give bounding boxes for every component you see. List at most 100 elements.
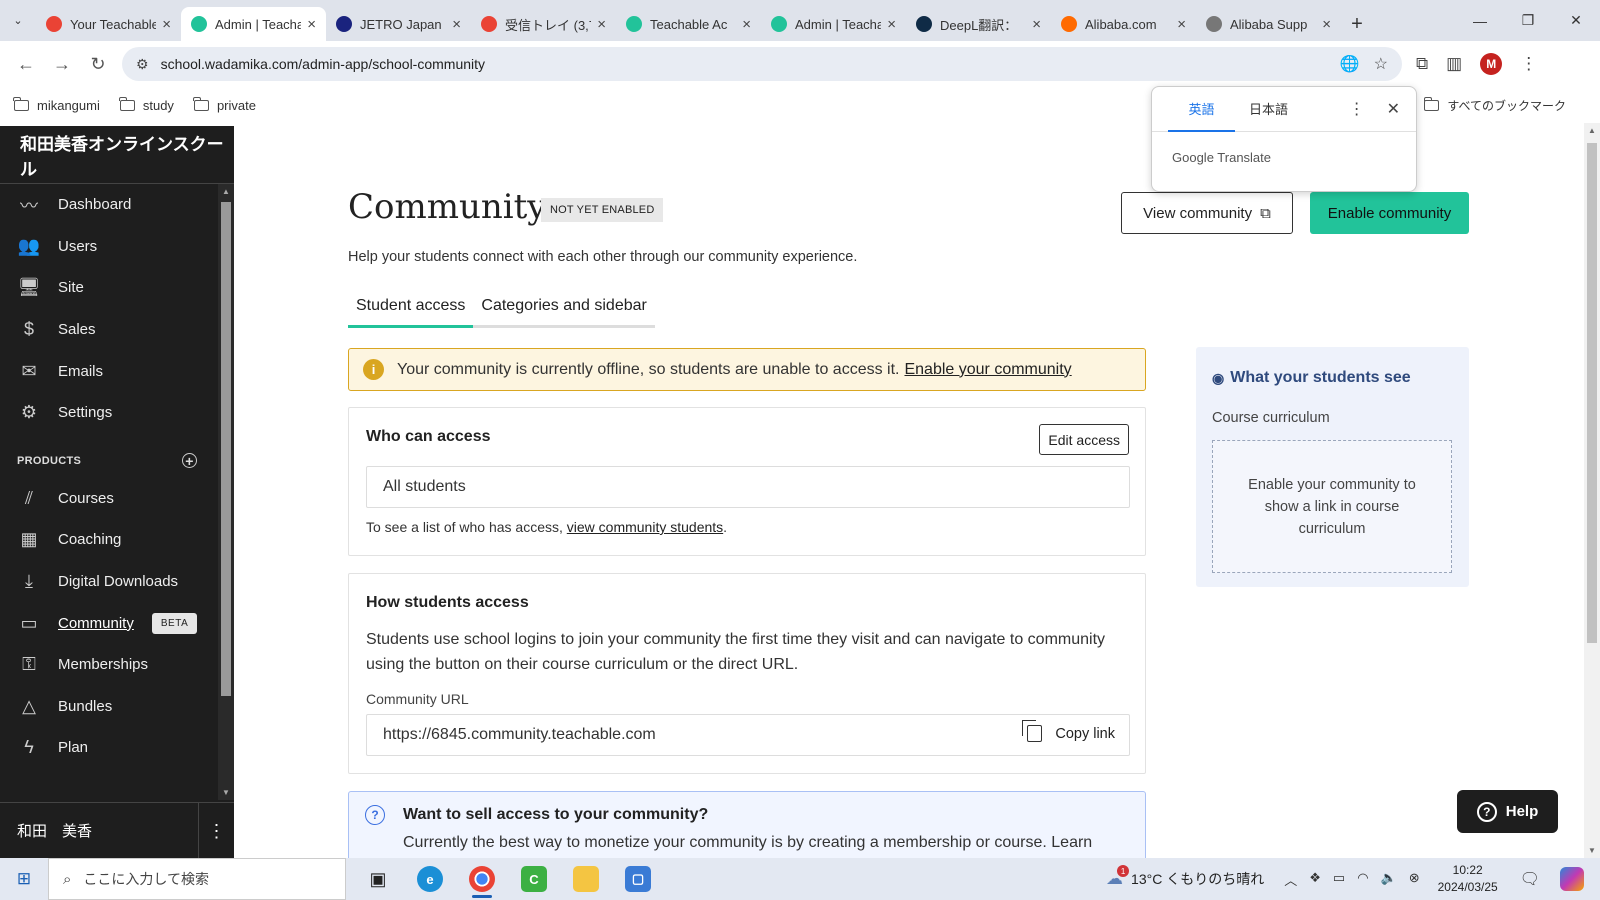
task-view-icon[interactable]: ▣ (352, 858, 404, 900)
restore-icon[interactable]: ❐ (1504, 0, 1552, 41)
all-bookmarks-folder[interactable]: すべてのブックマーク (1423, 96, 1566, 114)
tab-search-chevron-icon[interactable]: ⌄ (0, 0, 36, 41)
school-name[interactable]: 和田美香オンラインスクール (0, 126, 234, 184)
sidebar-item-site[interactable]: 🖥 Site (0, 267, 218, 309)
community-url-value[interactable]: https://6845.community.teachable.com (383, 726, 656, 744)
enable-community-link[interactable]: Enable your community (904, 361, 1071, 379)
close-window-icon[interactable]: ✕ (1552, 0, 1600, 41)
chrome-icon[interactable] (456, 858, 508, 900)
user-menu-icon[interactable]: ⋮ (198, 803, 234, 859)
browser-tab[interactable]: Admin | Teachable × (181, 7, 326, 41)
tab-close-icon[interactable]: × (1032, 16, 1041, 33)
bookmark-folder[interactable]: mikangumi (13, 96, 100, 113)
close-icon[interactable]: ✕ (1387, 99, 1400, 119)
tab-student-access[interactable]: Student access (348, 297, 474, 328)
minimize-icon[interactable]: — (1456, 0, 1504, 41)
dropbox-icon[interactable]: ❖ (1309, 870, 1321, 889)
browser-tab[interactable]: Admin | Teachable × (761, 7, 906, 41)
weather-widget[interactable]: ☁ 1 13°C くもりのち晴れ (1106, 865, 1264, 889)
devices-icon: 🖥 (17, 277, 41, 298)
sidebar-item-users[interactable]: 👥 Users (0, 226, 218, 268)
side-panel-icon[interactable]: ▥ (1446, 54, 1462, 74)
new-tab-button[interactable]: + (1341, 7, 1373, 41)
taskbar-search[interactable]: ⌕ ここに入力して検索 (48, 858, 346, 900)
windows-start-icon[interactable]: ⊞ (0, 858, 48, 900)
wifi-icon[interactable]: ◠ (1357, 870, 1368, 889)
view-community-button[interactable]: View community ⧉ (1121, 192, 1293, 234)
tab-close-icon[interactable]: × (887, 16, 896, 33)
sidebar-item-digital-downloads[interactable]: ⤓ Digital Downloads (0, 561, 218, 603)
bookmark-star-icon[interactable]: ☆ (1374, 54, 1388, 74)
translate-source-tab[interactable]: 英語 (1168, 87, 1235, 132)
user-name[interactable]: 和田 美香 (17, 820, 92, 841)
sidebar-item-sales[interactable]: $ Sales (0, 309, 218, 351)
bookmark-folder[interactable]: study (119, 96, 174, 113)
browser-tab[interactable]: 受信トレイ (3,7 × (471, 7, 616, 41)
tab-close-icon[interactable]: × (162, 16, 171, 33)
copilot-icon[interactable] (1560, 867, 1584, 891)
url-text[interactable]: school.wadamika.com/admin-app/school-com… (161, 56, 1326, 72)
scroll-up-icon[interactable]: ▲ (222, 187, 230, 196)
tab-close-icon[interactable]: × (452, 16, 461, 33)
copy-link-button[interactable]: Copy link (1022, 720, 1115, 742)
sidebar-item-bundles[interactable]: △ Bundles (0, 686, 218, 728)
sidebar-item-plan[interactable]: ϟ Plan (0, 727, 218, 769)
sidebar-item-memberships[interactable]: ⚿ Memberships (0, 644, 218, 686)
more-options-icon[interactable]: ⋮ (1349, 99, 1365, 119)
scroll-up-icon[interactable]: ▲ (1588, 126, 1596, 135)
tab-close-icon[interactable]: × (1177, 16, 1186, 33)
bookmark-folder[interactable]: private (193, 96, 256, 113)
extensions-icon[interactable]: ⧉ (1416, 54, 1428, 74)
scrollbar-thumb[interactable] (221, 202, 231, 696)
sidebar-item-settings[interactable]: ⚙ Settings (0, 392, 218, 434)
file-explorer-icon[interactable] (560, 858, 612, 900)
browser-menu-icon[interactable]: ⋮ (1520, 54, 1537, 74)
sidebar-scrollbar[interactable]: ▲ ▼ (218, 184, 234, 800)
tab-categories-sidebar[interactable]: Categories and sidebar (473, 297, 654, 325)
back-arrow-icon[interactable]: ← (8, 46, 44, 82)
download-file-icon: ⤓ (25, 571, 33, 592)
sidebar-item-community[interactable]: ▭ Community BETA (0, 602, 218, 644)
site-info-icon[interactable]: ⚙ (136, 56, 149, 73)
enable-community-button[interactable]: Enable community (1310, 192, 1469, 234)
tab-close-icon[interactable]: × (597, 16, 606, 33)
forward-arrow-icon[interactable]: → (44, 46, 80, 82)
edit-access-button[interactable]: Edit access (1039, 424, 1129, 455)
app-blue-icon[interactable]: ▢ (612, 858, 664, 900)
reload-icon[interactable]: ↻ (80, 46, 116, 82)
volume-icon[interactable]: 🔈 (1381, 870, 1397, 889)
chevron-up-icon[interactable]: ︿ (1284, 870, 1297, 889)
sidebar-item-emails[interactable]: ✉ Emails (0, 350, 218, 392)
copy-icon (1022, 720, 1043, 742)
tab-close-icon[interactable]: × (1322, 16, 1331, 33)
tab-close-icon[interactable]: × (742, 16, 751, 33)
scroll-down-icon[interactable]: ▼ (1588, 846, 1596, 855)
page-scrollbar[interactable]: ▲ ▼ (1584, 123, 1600, 858)
battery-icon[interactable]: ▭ (1333, 870, 1345, 889)
scroll-down-icon[interactable]: ▼ (222, 788, 230, 797)
help-button[interactable]: ? Help (1457, 790, 1558, 833)
translate-target-tab[interactable]: 日本語 (1235, 87, 1302, 132)
notification-icon[interactable]: 🗨 (1520, 869, 1540, 889)
browser-tab[interactable]: Alibaba.com × (1051, 7, 1196, 41)
browser-tab[interactable]: JETRO Japan × (326, 7, 471, 41)
clock[interactable]: 10:22 2024/03/25 (1438, 862, 1498, 896)
scrollbar-thumb[interactable] (1587, 143, 1597, 643)
app-green-icon[interactable]: C (508, 858, 560, 900)
browser-tab[interactable]: Your Teachable × (36, 7, 181, 41)
browser-tab[interactable]: DeepL翻訳： × (906, 7, 1051, 41)
translate-icon[interactable]: 🌐 (1340, 54, 1360, 74)
browser-tab[interactable]: Alibaba Supp × (1196, 7, 1341, 41)
view-community-students-link[interactable]: view community students (567, 519, 723, 535)
add-product-icon[interactable]: + (182, 453, 197, 469)
sidebar-item-coaching[interactable]: ▦ Coaching (0, 519, 218, 561)
sidebar-item-dashboard[interactable]: 〰 Dashboard (0, 184, 218, 226)
tab-close-icon[interactable]: × (307, 16, 316, 33)
edge-icon[interactable]: e (404, 858, 456, 900)
circle-x-icon[interactable]: ⊗ (1409, 870, 1420, 889)
community-url-field[interactable]: https://6845.community.teachable.com Cop… (366, 714, 1130, 756)
address-bar[interactable]: ⚙ school.wadamika.com/admin-app/school-c… (122, 47, 1402, 81)
sidebar-item-courses[interactable]: ⫽ Courses (0, 478, 218, 520)
browser-tab[interactable]: Teachable Ac × (616, 7, 761, 41)
profile-avatar[interactable]: M (1480, 53, 1503, 75)
